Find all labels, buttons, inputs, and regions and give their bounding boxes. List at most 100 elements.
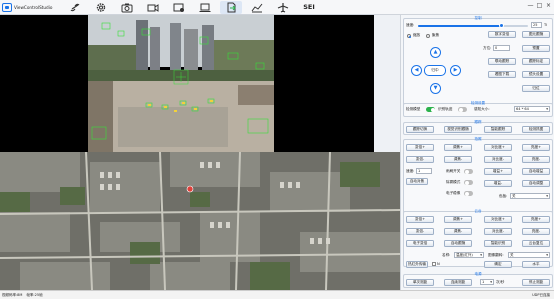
size-select[interactable]: 64 * 64 — [514, 106, 550, 112]
focus-mode-radio[interactable] — [426, 34, 430, 38]
ptz-reset-button[interactable]: 云台复位 — [522, 240, 550, 247]
focus-out-button[interactable]: 调焦- — [444, 156, 472, 163]
continuous-range-button[interactable]: 连续测距 — [444, 279, 472, 286]
confirm-button[interactable]: 确定 — [484, 261, 512, 268]
satellite-map[interactable] — [0, 152, 400, 290]
focus-mode-label: 聚焦 — [432, 33, 440, 37]
contrast-down-button[interactable]: 对比度- — [484, 156, 512, 163]
speed-slider[interactable] — [418, 23, 528, 28]
auto-adjust-button[interactable]: 自动调整 — [522, 180, 550, 187]
laptop-icon[interactable] — [194, 1, 216, 14]
zoom-out-button[interactable]: 变倍- — [406, 156, 434, 163]
download-button[interactable]: 看图下载 — [488, 71, 516, 78]
file-export-icon[interactable] — [220, 0, 242, 14]
range-rate-select[interactable]: 1 — [480, 279, 494, 285]
ptz-brightness-up-button[interactable]: 亮度+ — [522, 216, 550, 223]
lens-settings-button[interactable]: 镜头设置 — [522, 71, 550, 78]
arrow-left-icon[interactable]: ◀ — [411, 65, 422, 76]
maximize-button[interactable]: □ — [536, 2, 543, 9]
stabilize-toggle[interactable] — [464, 191, 473, 196]
app-title: ViewControlStudio — [14, 4, 53, 10]
visual-track-button[interactable]: 视觉识别跟随 — [444, 126, 472, 133]
rate-label: 速度: — [406, 169, 415, 173]
digital-zoom-button[interactable]: 数字变倍 — [488, 31, 516, 38]
single-range-button[interactable]: 单次测距 — [406, 279, 434, 286]
detect-model-toggle[interactable] — [426, 107, 435, 112]
video-icon[interactable] — [142, 1, 164, 14]
track-switch-button[interactable]: 跟踪切换 — [406, 126, 434, 133]
ptz-section: 云台 变倍+ 调焦+ 对比度+ 亮度+ 变倍- 调焦- 对比度- 亮度- 电子变… — [403, 209, 553, 268]
ptz-center-button[interactable]: 归中 — [424, 65, 446, 76]
gain-down-button[interactable]: 增益- — [484, 180, 512, 187]
follow-button[interactable]: 图元跟随 — [522, 31, 550, 38]
photo-section: 拍照 变倍+ 调焦+ 对比度+ 亮度+ 变倍- 调焦- 对比度- 亮度- 速度:… — [403, 137, 553, 217]
wiper-toggle[interactable] — [464, 169, 473, 174]
track-calibrate-button[interactable]: 跟踪标定 — [522, 58, 550, 65]
zoom-in-button[interactable]: 变倍+ — [406, 144, 434, 151]
auto-follow-button[interactable]: 自动跟随 — [444, 240, 472, 247]
brightness-down-button[interactable]: 亮度- — [522, 156, 550, 163]
airplane-icon[interactable] — [272, 1, 294, 14]
return-home-button[interactable]: 归位 — [522, 85, 550, 92]
palette-select[interactable]: 关 — [510, 193, 550, 199]
smart-detect-button[interactable]: 智能识别 — [484, 240, 512, 247]
ir-transfer-button[interactable]: 热红外传输 — [406, 261, 428, 268]
speed-input[interactable]: 25 — [531, 22, 542, 28]
camera-icon[interactable] — [116, 1, 138, 14]
preset-input[interactable]: 0 — [493, 45, 510, 51]
ptz-contrast-up-button[interactable]: 对比度+ — [484, 216, 512, 223]
ptz-focus-in-button[interactable]: 调焦+ — [444, 216, 472, 223]
speed-slider-knob[interactable] — [499, 23, 504, 28]
preset-button[interactable]: 预置 — [522, 45, 550, 52]
map-settings-icon[interactable] — [168, 1, 190, 14]
brightness-up-button[interactable]: 亮度+ — [522, 144, 550, 151]
smart-track-button[interactable]: 智能跟踪 — [484, 126, 512, 133]
settings-icon[interactable] — [90, 1, 112, 14]
map-marker-icon — [186, 185, 194, 193]
ptz-zoom-in-button[interactable]: 变倍+ — [406, 216, 434, 223]
zoom-mode-radio[interactable] — [407, 34, 411, 38]
sei-label: SEI — [303, 3, 315, 11]
focus-in-button[interactable]: 调焦+ — [444, 144, 472, 151]
arrow-up-icon[interactable]: ▲ — [430, 47, 441, 58]
auto-focus-button[interactable]: 自动对焦 — [406, 178, 428, 185]
name-select[interactable]: 温度(红外) — [454, 252, 484, 258]
defog-label: 除雾模式 — [446, 180, 461, 184]
close-button[interactable]: × — [545, 2, 552, 9]
ptz-zoom-out-button[interactable]: 变倍- — [406, 228, 434, 235]
horizontal-button[interactable]: 水平 — [522, 261, 550, 268]
video-view[interactable] — [0, 15, 374, 166]
defog-toggle[interactable] — [464, 180, 473, 185]
name-label: 名称: — [442, 253, 451, 257]
stabilize-label: 电子稳像 — [446, 191, 461, 195]
n-label: N — [437, 262, 440, 266]
status-bar: 视频码率:8M 帧率:25帧 UDP已连接 — [0, 290, 554, 299]
minimize-button[interactable]: — — [527, 2, 534, 9]
link-icon[interactable] — [64, 1, 86, 14]
arrow-right-icon[interactable]: ▶ — [450, 65, 461, 76]
sei-button[interactable]: SEI — [298, 1, 320, 14]
detect-capture-button[interactable]: 检测抓图 — [522, 126, 550, 133]
ptz-brightness-down-button[interactable]: 亮度- — [522, 228, 550, 235]
control-panel: 控制 速度: 25 Ti 缩放 聚焦 数字变倍 图元跟随 ▲ ◀ 归中 ▶ ▼ … — [400, 15, 554, 290]
ptz-contrast-down-button[interactable]: 对比度- — [484, 228, 512, 235]
app-window: ViewControlStudio SEI — □ × 控制 速度: 25 Ti… — [0, 0, 554, 299]
map-imagery — [0, 152, 400, 290]
flip-select[interactable]: 关 — [508, 252, 550, 258]
stop-range-button[interactable]: 停止测距 — [522, 279, 550, 286]
app-logo-icon — [2, 2, 12, 12]
gain-up-button[interactable]: 增益+ — [484, 168, 512, 175]
rate-input[interactable]: 1 — [416, 168, 432, 174]
track-line-toggle[interactable] — [458, 107, 467, 112]
speed-label: 速度: — [406, 23, 415, 27]
framerate-status: 帧率:25帧 — [26, 292, 43, 297]
arrow-down-icon[interactable]: ▼ — [430, 83, 441, 94]
contrast-up-button[interactable]: 对比度+ — [484, 144, 512, 151]
electronic-zoom-button[interactable]: 电子变倍 — [406, 240, 434, 247]
n-checkbox[interactable] — [432, 262, 436, 266]
ptz-focus-out-button[interactable]: 调焦- — [444, 228, 472, 235]
auto-gain-button[interactable]: 自动增益 — [522, 168, 550, 175]
chart-icon[interactable] — [246, 1, 268, 14]
app-brand: ViewControlStudio — [0, 2, 64, 12]
linked-track-button[interactable]: 联动跟踪 — [488, 58, 516, 65]
